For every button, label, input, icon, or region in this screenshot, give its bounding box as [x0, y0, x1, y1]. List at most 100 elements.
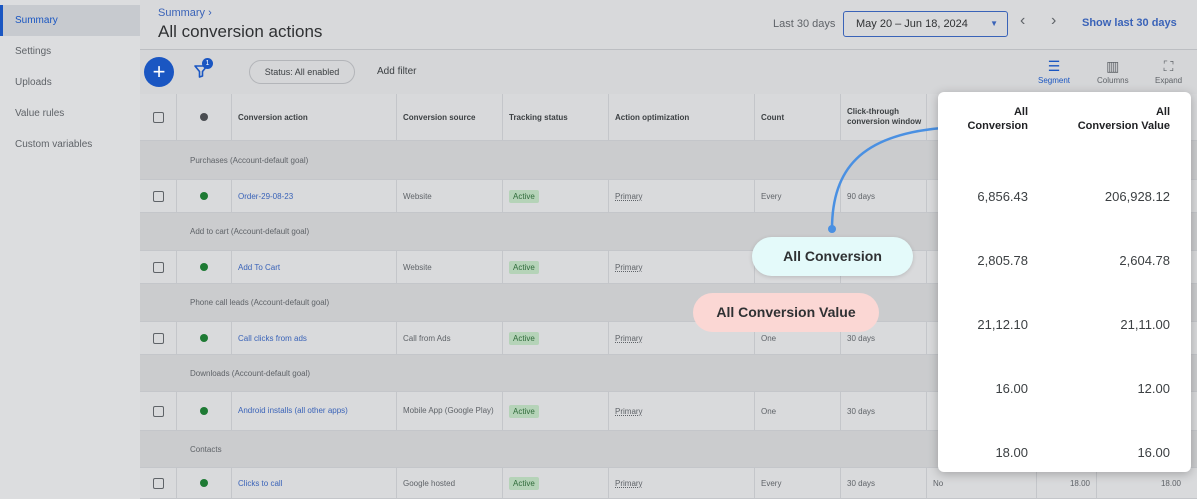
row-status-cell	[177, 392, 232, 430]
all-conversion-callout: All Conversion	[752, 237, 913, 276]
select-all-cell	[140, 94, 177, 140]
count-cell: One	[755, 392, 841, 430]
status-filter-chip[interactable]: Status: All enabled	[249, 60, 355, 84]
all-conversion-value-header: All Conversion Value	[1040, 105, 1170, 133]
row-checkbox[interactable]	[152, 261, 164, 273]
conversion-action-link[interactable]: Call clicks from ads	[232, 322, 397, 354]
tracking-status-cell: Active	[503, 180, 609, 212]
count-cell: Every	[755, 468, 841, 498]
window-cell: 90 days	[841, 180, 927, 212]
segment-button[interactable]: ☰ Segment	[1038, 58, 1070, 85]
all-conversion-value-amount: 2,604.78	[1119, 253, 1170, 268]
breadcrumb-label[interactable]: Summary	[158, 7, 205, 19]
row-checkbox[interactable]	[152, 477, 164, 489]
row-checkbox-cell	[140, 392, 177, 430]
group-label: Purchases (Account-default goal)	[190, 155, 309, 165]
header-click-through-window[interactable]: Click-through conversion window	[841, 94, 927, 140]
sidebar-item-custom-variables[interactable]: Custom variables	[0, 129, 140, 160]
tracking-status-badge: Active	[509, 189, 539, 203]
row-status-cell	[177, 468, 232, 498]
tracking-status-badge: Active	[509, 476, 539, 490]
tracking-status-cell: Active	[503, 468, 609, 498]
optimization-cell: Primary	[609, 251, 755, 283]
header-line: All	[1155, 106, 1170, 118]
conversion-source: Website	[397, 180, 503, 212]
row-checkbox[interactable]	[152, 190, 164, 202]
all-conversion-value: 18.00	[995, 445, 1028, 460]
all-conversion-value-amount: 21,11.00	[1120, 317, 1170, 332]
tracking-status-cell: Active	[503, 251, 609, 283]
header-conversion-source[interactable]: Conversion source	[397, 94, 503, 140]
table-row[interactable]: Clicks to call Google hosted Active Prim…	[140, 468, 1197, 499]
header-line: Conversion Value	[1077, 120, 1170, 132]
select-all-checkbox[interactable]	[152, 111, 164, 123]
group-label: Phone call leads (Account-default goal)	[190, 298, 330, 307]
add-conversion-button[interactable]: +	[144, 57, 174, 87]
count-cell: Every	[755, 180, 841, 212]
date-range-value: May 20 – Jun 18, 2024	[856, 18, 968, 30]
caret-down-icon: ▼	[990, 19, 998, 28]
show-last-30-days-link[interactable]: Show last 30 days	[1082, 17, 1177, 29]
header-action-optimization[interactable]: Action optimization	[609, 94, 755, 140]
expand-icon: ⛶	[1163, 58, 1174, 74]
window-cell: 30 days	[841, 468, 927, 498]
add-filter-button[interactable]: Add filter	[377, 66, 416, 77]
status-dot-icon	[200, 263, 208, 271]
conversion-action-link[interactable]: Android installs (all other apps)	[232, 392, 397, 430]
expand-button[interactable]: ⛶ Expand	[1155, 58, 1182, 85]
status-dot-icon	[200, 407, 208, 415]
page-header: Summary › All conversion actions Last 30…	[140, 0, 1197, 50]
conversion-action-link[interactable]: Add To Cart	[232, 251, 397, 283]
conversion-source: Mobile App (Google Play)	[397, 392, 503, 430]
columns-button[interactable]: ▥ Columns	[1097, 58, 1129, 85]
metrics-popup-card: All Conversion All Conversion Value 6,85…	[938, 92, 1191, 472]
header-line: Conversion	[967, 120, 1028, 132]
all-conversion-value: 16.00	[995, 381, 1028, 396]
all-conversion-value-amount: 12.00	[1137, 381, 1170, 396]
value-cell: 18.00	[1160, 478, 1181, 488]
conversion-action-link[interactable]: Clicks to call	[232, 468, 397, 498]
breadcrumb[interactable]: Summary ›	[158, 7, 212, 19]
optimization-value[interactable]: Primary	[615, 479, 643, 488]
chevron-left-icon[interactable]: ‹	[1020, 12, 1025, 30]
segment-label: Segment	[1038, 76, 1071, 85]
all-conversion-value: 6,856.43	[977, 189, 1028, 204]
window-cell: 30 days	[841, 392, 927, 430]
status-dot-icon	[200, 192, 208, 200]
row-checkbox-cell	[140, 468, 177, 498]
sidebar-item-value-rules[interactable]: Value rules	[0, 98, 140, 129]
optimization-value[interactable]: Primary	[615, 334, 643, 343]
header-line: All	[1013, 106, 1028, 118]
all-conversion-value-amount: 206,928.12	[1104, 189, 1170, 204]
row-status-cell	[177, 251, 232, 283]
tracking-status-badge: Active	[509, 260, 539, 274]
header-tracking-status[interactable]: Tracking status	[503, 94, 609, 140]
optimization-value[interactable]: Primary	[615, 192, 643, 201]
optimization-value[interactable]: Primary	[615, 407, 643, 416]
date-range-picker[interactable]: May 20 – Jun 18, 2024 ▼	[843, 11, 1008, 37]
chevron-right-icon: ›	[208, 7, 212, 19]
sidebar-item-settings[interactable]: Settings	[0, 36, 140, 67]
optimization-value[interactable]: Primary	[615, 263, 643, 272]
row-checkbox[interactable]	[152, 332, 164, 344]
row-checkbox[interactable]	[152, 405, 164, 417]
chevron-right-icon[interactable]: ›	[1051, 12, 1056, 30]
sidebar-item-uploads[interactable]: Uploads	[0, 67, 140, 98]
status-dot-header	[177, 94, 232, 140]
all-conversion-value-callout: All Conversion Value	[693, 293, 879, 332]
header-conversion-action[interactable]: Conversion action	[232, 94, 397, 140]
conversion-source: Website	[397, 251, 503, 283]
sidebar-item-summary[interactable]: Summary	[0, 5, 140, 36]
all-conversion-value-amount: 16.00	[1137, 445, 1170, 460]
all-conversion-value: 21,12.10	[977, 317, 1028, 332]
conversion-action-link[interactable]: Order-29-08-23	[232, 180, 397, 212]
columns-label: Columns	[1097, 76, 1129, 85]
conversion-source: Google hosted	[397, 468, 503, 498]
tracking-status-cell: Active	[503, 392, 609, 430]
header-count[interactable]: Count	[755, 94, 841, 140]
value-cell: 18.00	[1037, 468, 1097, 498]
plus-icon: +	[152, 59, 166, 84]
sidebar: Summary Settings Uploads Value rules Cus…	[0, 0, 140, 499]
tracking-status-badge: Active	[509, 331, 539, 345]
columns-icon: ▥	[1106, 58, 1120, 74]
